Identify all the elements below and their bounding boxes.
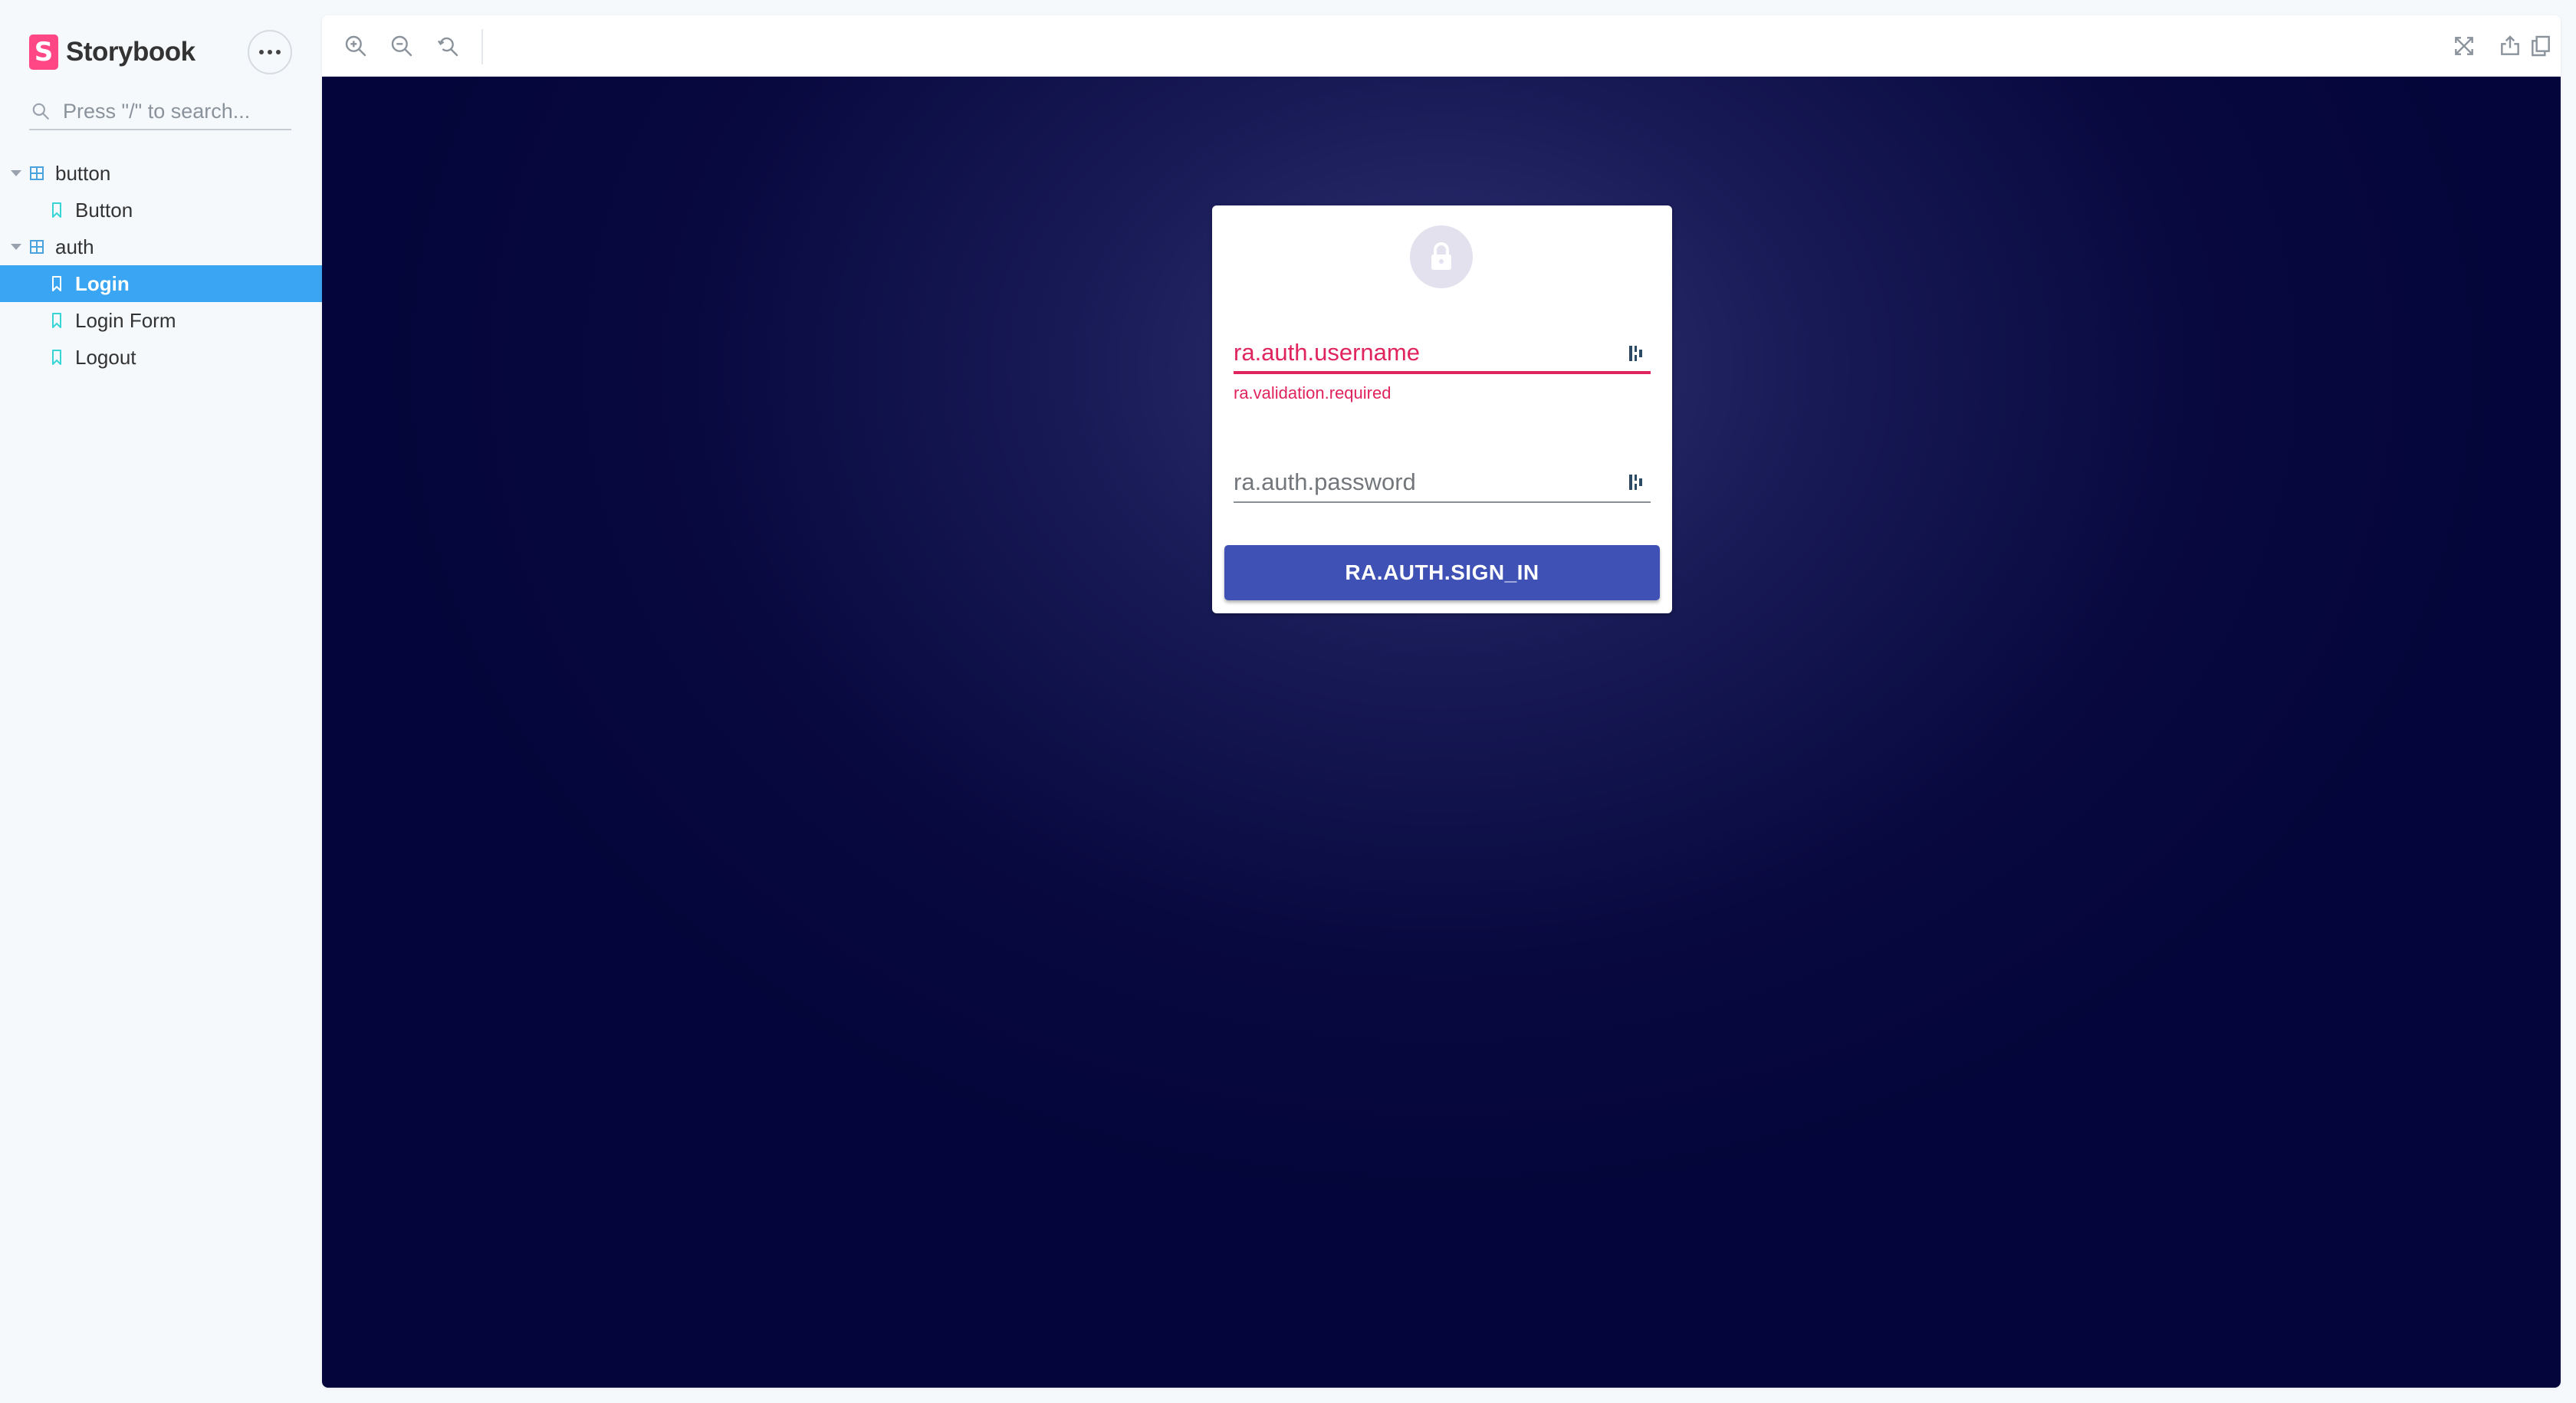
search-box bbox=[29, 94, 291, 130]
tree-group-button[interactable]: button bbox=[0, 155, 322, 192]
password-manager-icon[interactable] bbox=[1628, 343, 1644, 363]
fullscreen-icon bbox=[2455, 37, 2473, 55]
bookmark-icon bbox=[52, 202, 61, 218]
sign-in-button[interactable]: RA.AUTH.SIGN_IN bbox=[1224, 545, 1660, 600]
bookmark-icon bbox=[52, 350, 61, 365]
password-manager-icon[interactable] bbox=[1628, 472, 1644, 492]
share-button[interactable] bbox=[2495, 31, 2525, 61]
zoom-in-icon bbox=[345, 35, 366, 57]
tree-story-logout[interactable]: Logout bbox=[0, 339, 322, 376]
password-input[interactable]: ra.auth.password bbox=[1234, 463, 1651, 503]
password-label: ra.auth.password bbox=[1234, 468, 1416, 495]
component-icon bbox=[30, 240, 44, 254]
tree-story-label: Button bbox=[75, 198, 133, 222]
search-input[interactable] bbox=[61, 98, 284, 124]
tree-group-label: auth bbox=[55, 235, 94, 258]
preview-panel: ra.auth.username ra.validation.required … bbox=[322, 15, 2561, 1388]
story-canvas: ra.auth.username ra.validation.required … bbox=[322, 77, 2561, 1388]
tree-group-label: button bbox=[55, 161, 111, 185]
tree-story-button[interactable]: Button bbox=[0, 192, 322, 228]
bookmark-icon bbox=[52, 276, 61, 291]
password-field[interactable]: ra.auth.password bbox=[1234, 463, 1651, 503]
tree-story-label: Login Form bbox=[75, 308, 176, 332]
search-icon bbox=[32, 103, 49, 120]
reset-zoom-icon bbox=[438, 37, 458, 57]
zoom-out-icon bbox=[391, 35, 412, 57]
ellipsis-icon bbox=[259, 50, 281, 54]
zoom-in-button[interactable] bbox=[340, 31, 371, 61]
fullscreen-button[interactable] bbox=[2449, 31, 2479, 61]
zoom-out-button[interactable] bbox=[386, 31, 417, 61]
lock-avatar bbox=[1410, 225, 1473, 288]
sidebar: S Storybook button Button bbox=[0, 0, 322, 1403]
tree-story-login-form[interactable]: Login Form bbox=[0, 302, 322, 339]
username-label: ra.auth.username bbox=[1234, 339, 1420, 366]
story-tree: button Button auth Login Login Form Logo… bbox=[0, 155, 322, 376]
copy-link-button[interactable] bbox=[2525, 31, 2556, 61]
username-field[interactable]: ra.auth.username ra.validation.required bbox=[1234, 334, 1651, 403]
share-icon bbox=[2501, 35, 2519, 55]
reset-zoom-button[interactable] bbox=[432, 31, 463, 61]
copy-icon bbox=[2532, 35, 2550, 57]
brand-name: Storybook bbox=[66, 37, 196, 67]
component-icon bbox=[30, 166, 44, 180]
toolbar-divider bbox=[481, 29, 483, 64]
tree-story-login[interactable]: Login bbox=[0, 265, 322, 302]
storybook-logo-icon: S bbox=[29, 34, 58, 70]
tree-story-label: Login bbox=[75, 271, 130, 295]
tree-story-label: Logout bbox=[75, 345, 136, 369]
toolbar bbox=[322, 15, 2561, 77]
chevron-down-icon[interactable] bbox=[11, 244, 21, 250]
tree-group-auth[interactable]: auth bbox=[0, 228, 322, 265]
bookmark-icon bbox=[52, 313, 61, 328]
lock-icon bbox=[1431, 242, 1451, 270]
username-error: ra.validation.required bbox=[1234, 383, 1392, 402]
chevron-down-icon[interactable] bbox=[11, 170, 21, 176]
more-options-button[interactable] bbox=[248, 30, 292, 74]
brand[interactable]: S Storybook bbox=[29, 34, 196, 71]
username-input[interactable]: ra.auth.username bbox=[1234, 334, 1651, 374]
login-card: ra.auth.username ra.validation.required … bbox=[1212, 205, 1672, 613]
